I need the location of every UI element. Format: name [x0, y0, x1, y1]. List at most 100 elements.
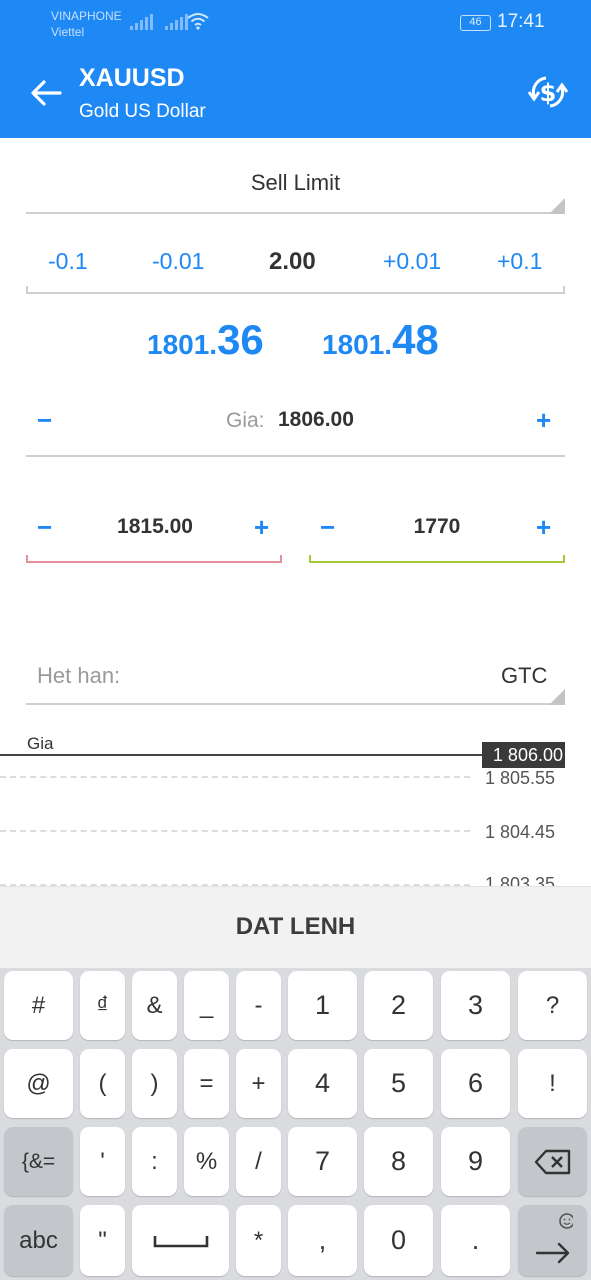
- key[interactable]: 9: [441, 1127, 510, 1196]
- divider-tick: [26, 286, 28, 294]
- take-profit-minus-button[interactable]: −: [320, 514, 335, 540]
- divider: [26, 292, 565, 294]
- clock: 17:41: [497, 11, 545, 32]
- battery-icon: 46: [460, 15, 491, 31]
- key[interactable]: 2: [364, 971, 433, 1040]
- key[interactable]: (: [80, 1049, 125, 1118]
- key[interactable]: 1: [288, 971, 357, 1040]
- symbol-description: Gold US Dollar: [79, 101, 206, 122]
- divider: [26, 703, 565, 705]
- level-line: [0, 776, 470, 778]
- volume-row: -0.1 -0.01 2.00 +0.01 +0.1: [26, 248, 565, 282]
- key[interactable]: 7: [288, 1127, 357, 1196]
- key[interactable]: .: [441, 1205, 510, 1276]
- signal-icon: [130, 14, 153, 30]
- wifi-icon: [187, 13, 209, 30]
- price-minus-button[interactable]: −: [37, 407, 52, 433]
- backspace-icon: [534, 1149, 570, 1174]
- key[interactable]: &: [132, 971, 177, 1040]
- volume-minus-0.1-button[interactable]: -0.1: [48, 248, 88, 275]
- keyboard: # ₫ & _ - 1 2 3 ? @ ( ) = + 4 5 6 ! {&= …: [0, 968, 591, 1280]
- key[interactable]: /: [236, 1127, 281, 1196]
- key[interactable]: 3: [441, 971, 510, 1040]
- ask-quote: 1801.48: [322, 316, 439, 364]
- key[interactable]: %: [184, 1127, 229, 1196]
- symbol-title: XAUUSD: [79, 64, 185, 92]
- key[interactable]: 5: [364, 1049, 433, 1118]
- space-key[interactable]: [132, 1205, 229, 1276]
- symbols-toggle-key[interactable]: {&=: [4, 1127, 73, 1196]
- key[interactable]: @: [4, 1049, 73, 1118]
- status-bar: VINAPHONE Viettel 46 17:41: [0, 0, 591, 46]
- divider-tick: [563, 286, 565, 294]
- expiration-select[interactable]: GTC: [501, 663, 547, 689]
- take-profit-underline: [309, 561, 565, 563]
- price-chart: Gia 1 806.00 1 805.55 1 804.45 1 803.35: [0, 726, 591, 886]
- key[interactable]: ': [80, 1127, 125, 1196]
- dollar-exchange-icon[interactable]: $: [526, 72, 570, 112]
- volume-minus-0.01-button[interactable]: -0.01: [152, 248, 204, 275]
- key[interactable]: ,: [288, 1205, 357, 1276]
- key[interactable]: =: [184, 1049, 229, 1118]
- level-label: 1 805.55: [485, 768, 556, 788]
- app-header: VINAPHONE Viettel 46 17:41 XAUUSD Gold U…: [0, 0, 591, 138]
- stop-loss-input[interactable]: 1815.00: [90, 515, 220, 539]
- ask-price-prefix: 1801.: [322, 329, 393, 360]
- key[interactable]: ): [132, 1049, 177, 1118]
- level-label: 1 804.45: [485, 822, 556, 842]
- stop-loss-minus-button[interactable]: −: [37, 514, 52, 540]
- place-order-button[interactable]: DAT LENH: [0, 913, 591, 941]
- signal-icon: [165, 14, 188, 30]
- dropdown-corner-icon: [549, 689, 565, 705]
- price-line: [0, 754, 482, 756]
- key[interactable]: #: [4, 971, 73, 1040]
- level-label: 1 803.35: [485, 874, 556, 886]
- carrier-name-2: Viettel: [51, 25, 85, 39]
- level-line: [0, 830, 470, 832]
- volume-plus-0.01-button[interactable]: +0.01: [383, 248, 441, 275]
- key[interactable]: :: [132, 1127, 177, 1196]
- stop-loss-tick: [26, 555, 28, 563]
- volume-plus-0.1-button[interactable]: +0.1: [497, 248, 542, 275]
- key[interactable]: ": [80, 1205, 125, 1276]
- chart-price-label: Gia: [27, 734, 54, 753]
- stop-loss-plus-button[interactable]: +: [254, 514, 269, 540]
- key[interactable]: *: [236, 1205, 281, 1276]
- order-type-select[interactable]: Sell Limit: [26, 170, 565, 196]
- svg-text:$: $: [540, 79, 557, 107]
- dropdown-corner-icon: [549, 198, 565, 214]
- key[interactable]: 0: [364, 1205, 433, 1276]
- enter-key[interactable]: [518, 1205, 587, 1276]
- alphabet-toggle-key[interactable]: abc: [4, 1205, 73, 1276]
- bid-quote: 1801.36: [147, 316, 264, 364]
- enter-arrow-icon: [535, 1212, 573, 1263]
- key[interactable]: +: [236, 1049, 281, 1118]
- key[interactable]: 8: [364, 1127, 433, 1196]
- key[interactable]: !: [518, 1049, 587, 1118]
- ask-price-pips: 48: [392, 316, 439, 363]
- take-profit-tick: [309, 555, 311, 563]
- key[interactable]: ₫: [80, 971, 125, 1040]
- volume-input[interactable]: 2.00: [269, 248, 316, 276]
- expiration-label: Het han:: [37, 663, 121, 688]
- current-price-tag: 1 806.00: [482, 742, 565, 768]
- key[interactable]: -: [236, 971, 281, 1040]
- key[interactable]: ?: [518, 971, 587, 1040]
- key[interactable]: 6: [441, 1049, 510, 1118]
- space-bar-icon: [153, 1235, 208, 1247]
- key[interactable]: _: [184, 971, 229, 1040]
- stop-loss-underline: [26, 561, 282, 563]
- divider: [26, 212, 565, 214]
- price-label: Gia:: [226, 409, 265, 432]
- take-profit-plus-button[interactable]: +: [536, 514, 551, 540]
- arrow-left-icon[interactable]: [30, 78, 62, 108]
- price-input[interactable]: 1806.00: [278, 408, 354, 432]
- price-plus-button[interactable]: +: [536, 407, 551, 433]
- carrier-name-1: VINAPHONE: [51, 9, 122, 23]
- carrier-info: VINAPHONE Viettel: [51, 8, 122, 40]
- submit-bar: DAT LENH: [0, 886, 591, 968]
- backspace-key[interactable]: [518, 1127, 587, 1196]
- take-profit-input[interactable]: 1770: [372, 515, 502, 539]
- divider: [26, 455, 565, 457]
- key[interactable]: 4: [288, 1049, 357, 1118]
